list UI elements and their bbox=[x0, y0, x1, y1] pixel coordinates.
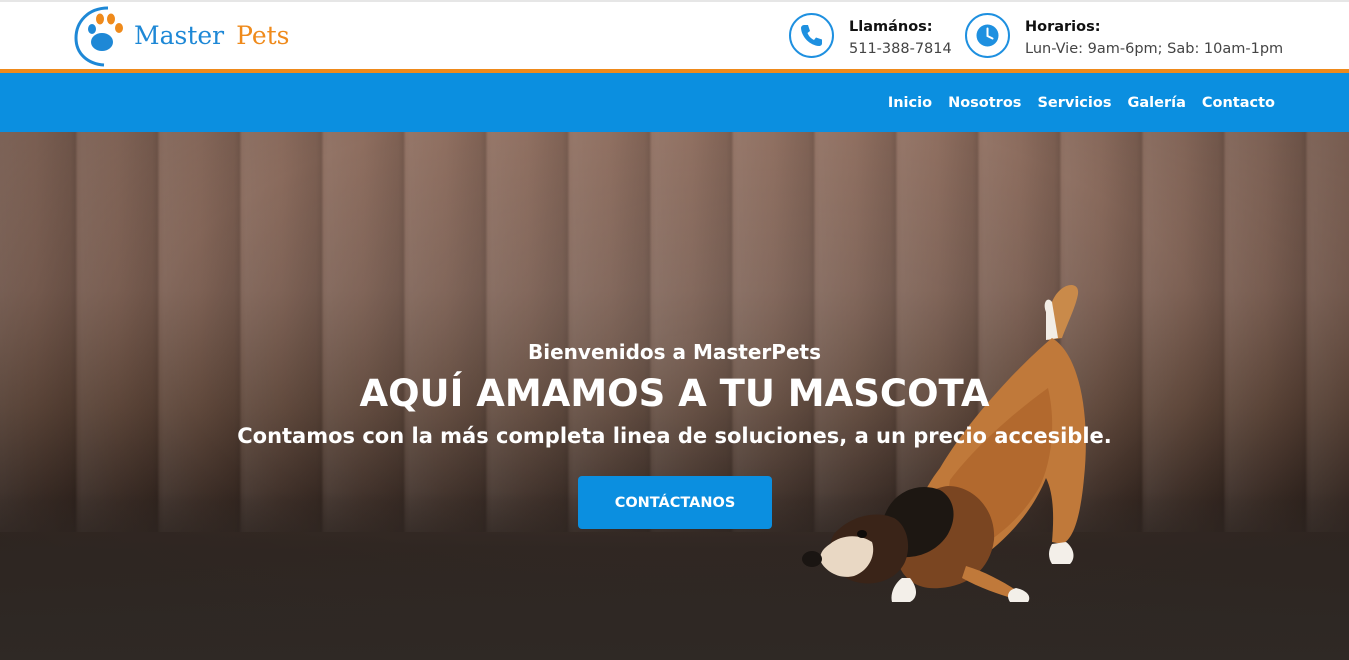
nav-item-contacto[interactable]: Contacto bbox=[1202, 95, 1275, 111]
main-navbar: Inicio Nosotros Servicios Galería Contac… bbox=[0, 73, 1349, 132]
site-logo[interactable]: Master Pets bbox=[74, 4, 304, 68]
hero-welcome: Bienvenidos a MasterPets bbox=[528, 340, 821, 364]
phone-icon bbox=[789, 13, 834, 58]
nav-menu: Inicio Nosotros Servicios Galería Contac… bbox=[888, 73, 1275, 132]
hero-subtitle: Contamos con la más completa linea de so… bbox=[237, 424, 1112, 448]
hero-title: AQUÍ AMAMOS A TU MASCOTA bbox=[359, 372, 990, 415]
clock-icon bbox=[965, 13, 1010, 58]
nav-item-servicios[interactable]: Servicios bbox=[1037, 95, 1111, 111]
hours-label: Horarios: bbox=[1025, 19, 1101, 35]
phone-label: Llamános: bbox=[849, 19, 933, 35]
logo-word-pets: Pets bbox=[236, 21, 290, 50]
phone-contact[interactable]: Llamános: 511-388-7814 bbox=[789, 13, 959, 63]
paw-logo-icon bbox=[74, 6, 123, 67]
hours-value: Lun-Vie: 9am-6pm; Sab: 10am-1pm bbox=[1025, 41, 1284, 57]
nav-item-inicio[interactable]: Inicio bbox=[888, 95, 932, 111]
top-header: Master Pets Llamános: 511-388-7814 Horari… bbox=[0, 0, 1349, 69]
logo-text: Master Pets bbox=[134, 21, 290, 50]
hours-info: Horarios: Lun-Vie: 9am-6pm; Sab: 10am-1p… bbox=[965, 13, 1285, 63]
contact-us-button[interactable]: CONTÁCTANOS bbox=[578, 476, 772, 529]
nav-item-galeria[interactable]: Galería bbox=[1127, 95, 1185, 111]
phone-number[interactable]: 511-388-7814 bbox=[849, 41, 952, 57]
nav-item-nosotros[interactable]: Nosotros bbox=[948, 95, 1021, 111]
hero-banner: Bienvenidos a MasterPets AQUÍ AMAMOS A T… bbox=[0, 132, 1349, 660]
logo-word-master: Master bbox=[134, 21, 225, 50]
